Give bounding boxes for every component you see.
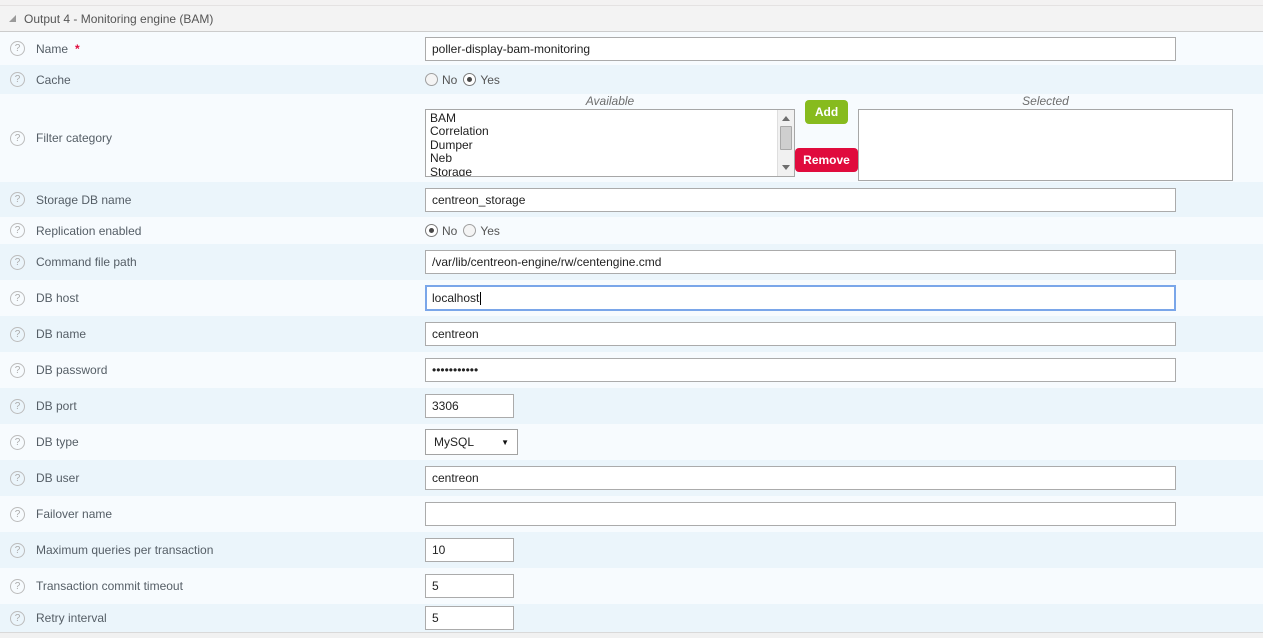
radio-icon bbox=[463, 224, 476, 237]
field-label: Replication enabled bbox=[36, 224, 141, 238]
list-item[interactable]: Storage bbox=[426, 166, 794, 177]
radio-icon bbox=[425, 73, 438, 86]
text-cursor bbox=[480, 292, 481, 305]
db-password-input[interactable] bbox=[425, 358, 1176, 382]
db-host-value: localhost bbox=[432, 291, 479, 305]
replication-radio-group: No Yes bbox=[425, 224, 500, 238]
help-icon[interactable]: ? bbox=[10, 363, 25, 378]
field-label: Retry interval bbox=[36, 611, 107, 625]
help-icon[interactable]: ? bbox=[10, 192, 25, 207]
form-row-storage-db-name: ? Storage DB name bbox=[0, 182, 1263, 217]
list-item[interactable]: BAM bbox=[426, 110, 794, 125]
help-icon[interactable]: ? bbox=[10, 327, 25, 342]
field-label: Cache bbox=[36, 73, 71, 87]
field-label: DB host bbox=[36, 291, 79, 305]
required-asterisk: * bbox=[75, 42, 80, 56]
chevron-down-icon: ▼ bbox=[501, 438, 509, 447]
help-icon[interactable]: ? bbox=[10, 255, 25, 270]
form-row-db-port: ? DB port bbox=[0, 388, 1263, 424]
scroll-up-icon[interactable] bbox=[778, 111, 794, 126]
remove-button[interactable]: Remove bbox=[795, 148, 858, 172]
form-row-db-host: ? DB host localhost bbox=[0, 280, 1263, 316]
field-label: DB password bbox=[36, 363, 107, 377]
command-file-path-input[interactable] bbox=[425, 250, 1176, 274]
field-label: Filter category bbox=[36, 131, 112, 145]
help-icon[interactable]: ? bbox=[10, 611, 25, 626]
help-icon[interactable]: ? bbox=[10, 399, 25, 414]
transaction-commit-timeout-input[interactable] bbox=[425, 574, 514, 598]
cache-radio-yes[interactable]: Yes bbox=[463, 73, 500, 87]
add-button[interactable]: Add bbox=[805, 100, 848, 124]
scrollbar-thumb[interactable] bbox=[780, 126, 792, 150]
scroll-down-icon[interactable] bbox=[778, 160, 794, 175]
help-icon[interactable]: ? bbox=[10, 471, 25, 486]
list-item[interactable]: Correlation bbox=[426, 125, 794, 138]
scrollbar[interactable] bbox=[777, 110, 794, 176]
help-icon[interactable]: ? bbox=[10, 435, 25, 450]
selected-label: Selected bbox=[858, 95, 1233, 108]
help-icon[interactable]: ? bbox=[10, 223, 25, 238]
field-label: DB name bbox=[36, 327, 86, 341]
form-row-cache: ? Cache No Yes bbox=[0, 65, 1263, 94]
retry-interval-input[interactable] bbox=[425, 606, 514, 630]
max-queries-input[interactable] bbox=[425, 538, 514, 562]
help-icon[interactable]: ? bbox=[10, 41, 25, 56]
field-label: Command file path bbox=[36, 255, 137, 269]
form-row-db-type: ? DB type MySQL ▼ bbox=[0, 424, 1263, 460]
db-type-value: MySQL bbox=[434, 435, 474, 449]
section-title: Output 4 - Monitoring engine (BAM) bbox=[24, 12, 213, 26]
selected-list[interactable] bbox=[858, 109, 1233, 181]
db-port-input[interactable] bbox=[425, 394, 514, 418]
help-icon[interactable]: ? bbox=[10, 131, 25, 146]
section-header[interactable]: Output 4 - Monitoring engine (BAM) bbox=[0, 6, 1263, 32]
db-host-input[interactable]: localhost bbox=[425, 285, 1176, 311]
field-label: DB user bbox=[36, 471, 79, 485]
form-row-max-queries: ? Maximum queries per transaction bbox=[0, 532, 1263, 568]
help-icon[interactable]: ? bbox=[10, 291, 25, 306]
replication-radio-no[interactable]: No bbox=[425, 224, 457, 238]
storage-db-name-input[interactable] bbox=[425, 188, 1176, 212]
failover-name-input[interactable] bbox=[425, 502, 1176, 526]
cache-radio-no[interactable]: No bbox=[425, 73, 457, 87]
form-row-retry-interval: ? Retry interval bbox=[0, 604, 1263, 632]
replication-radio-yes[interactable]: Yes bbox=[463, 224, 500, 238]
form-row-replication-enabled: ? Replication enabled No Yes bbox=[0, 217, 1263, 244]
db-user-input[interactable] bbox=[425, 466, 1176, 490]
form-row-filter-category: ? Filter category Available BAM Correlat… bbox=[0, 94, 1263, 182]
next-section-strip bbox=[0, 632, 1263, 638]
form-row-db-password: ? DB password bbox=[0, 352, 1263, 388]
name-input[interactable] bbox=[425, 37, 1176, 61]
field-label: Storage DB name bbox=[36, 193, 131, 207]
help-icon[interactable]: ? bbox=[10, 579, 25, 594]
list-item[interactable]: Dumper bbox=[426, 139, 794, 152]
radio-icon bbox=[425, 224, 438, 237]
field-label: Maximum queries per transaction bbox=[36, 543, 213, 557]
cache-radio-group: No Yes bbox=[425, 73, 500, 87]
form-row-transaction-commit-timeout: ? Transaction commit timeout bbox=[0, 568, 1263, 604]
field-label: Transaction commit timeout bbox=[36, 579, 183, 593]
db-name-input[interactable] bbox=[425, 322, 1176, 346]
field-label: Failover name bbox=[36, 507, 112, 521]
available-label: Available bbox=[425, 95, 795, 108]
db-type-select[interactable]: MySQL ▼ bbox=[425, 429, 518, 455]
field-label: Name bbox=[36, 42, 68, 56]
radio-icon bbox=[463, 73, 476, 86]
available-list[interactable]: BAM Correlation Dumper Neb Storage bbox=[425, 109, 795, 177]
form-row-name: ? Name * bbox=[0, 32, 1263, 65]
form-row-db-user: ? DB user bbox=[0, 460, 1263, 496]
help-icon[interactable]: ? bbox=[10, 72, 25, 87]
form-row-db-name: ? DB name bbox=[0, 316, 1263, 352]
collapse-triangle-icon bbox=[8, 14, 17, 23]
form-row-command-file-path: ? Command file path bbox=[0, 244, 1263, 280]
help-icon[interactable]: ? bbox=[10, 543, 25, 558]
field-label: DB type bbox=[36, 435, 79, 449]
field-label: DB port bbox=[36, 399, 77, 413]
form-row-failover-name: ? Failover name bbox=[0, 496, 1263, 532]
help-icon[interactable]: ? bbox=[10, 507, 25, 522]
list-item[interactable]: Neb bbox=[426, 152, 794, 165]
